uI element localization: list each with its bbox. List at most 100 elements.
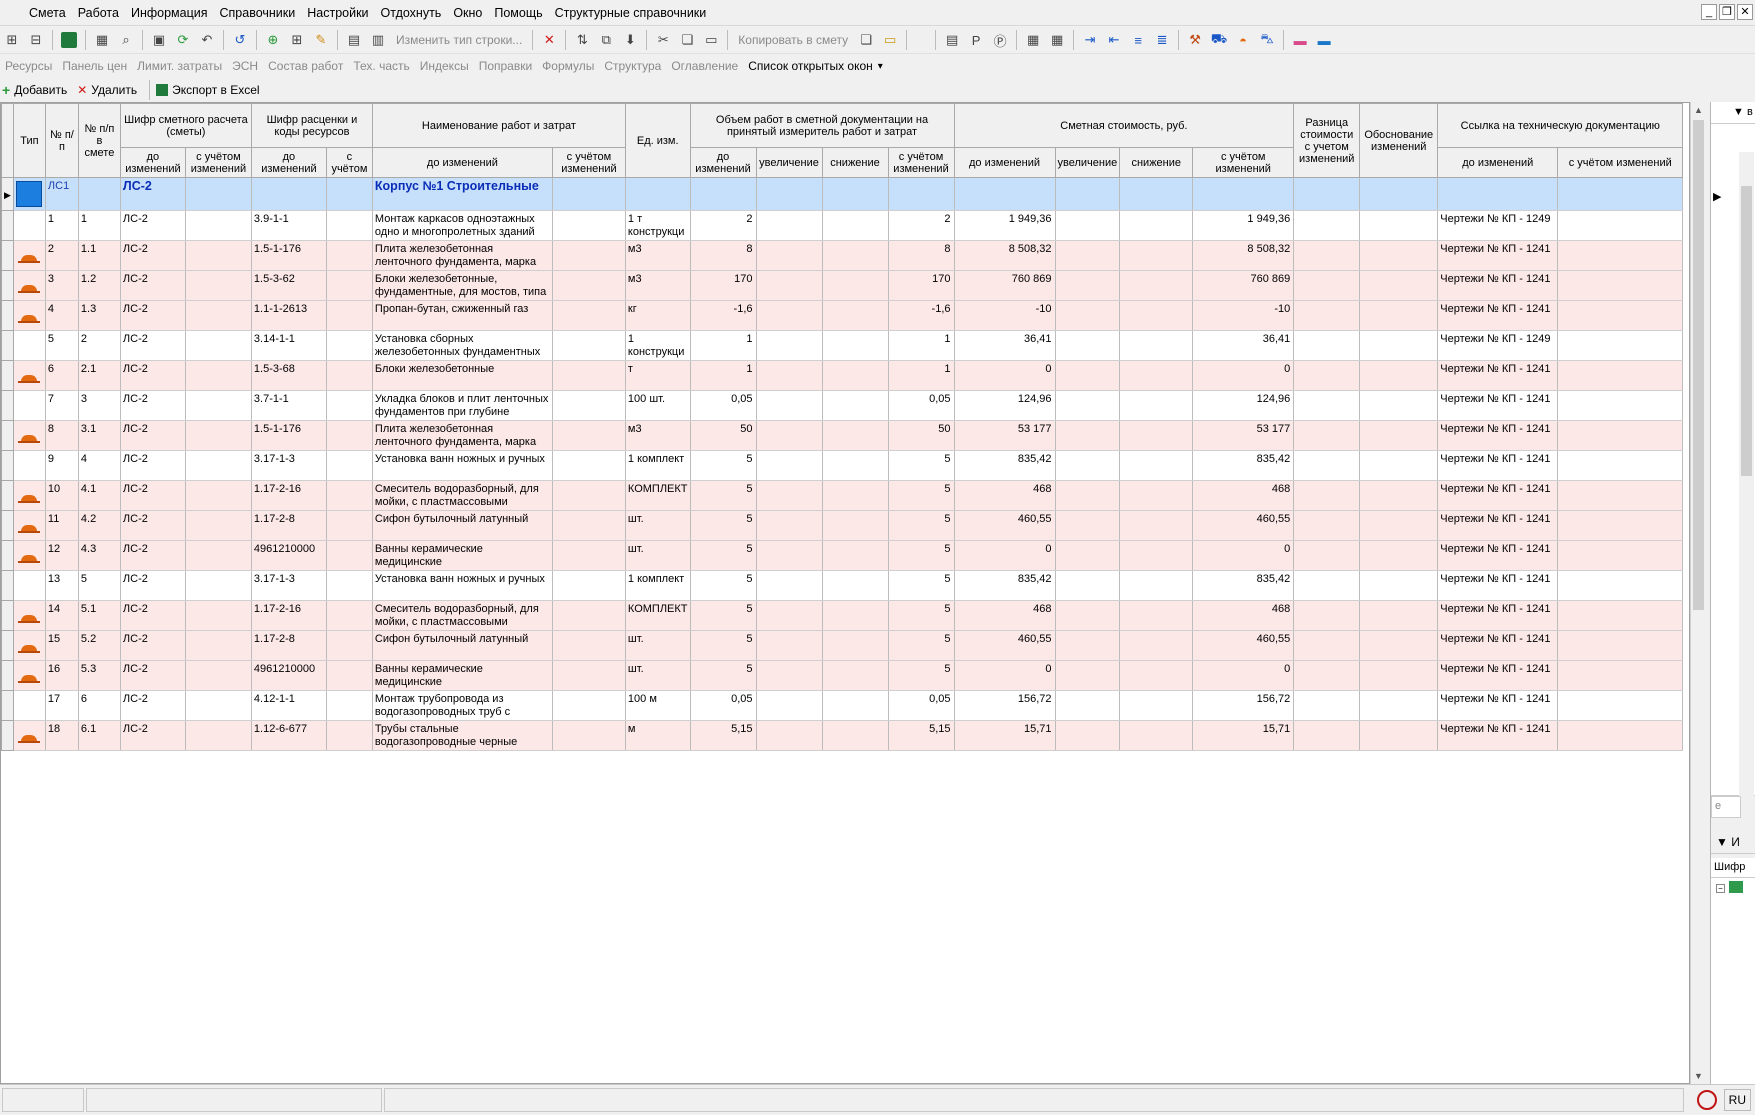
recalc-icon[interactable]: ↺	[229, 29, 251, 51]
grid-vertical-scrollbar[interactable]: ▲ ▼	[1690, 102, 1706, 1084]
cell-estimate-code[interactable]: ЛС-2	[119, 420, 186, 451]
table-row[interactable]: 2 1.1 ЛС-2 1.5-1-176 Плита железобетонная ле…	[1, 240, 1684, 271]
table-row[interactable]: 10 4.1 ЛС-2 1.17-2-16 Смеситель водоразборны…	[1, 480, 1684, 511]
cell-estimate-code[interactable]: ЛС-2	[119, 600, 186, 631]
cell-estimate-code[interactable]: ЛС-2	[119, 480, 186, 511]
cell-vol-after[interactable]: 170	[887, 270, 955, 301]
cell-num[interactable]: 2	[44, 240, 79, 271]
cell-cost-after[interactable]: 835,42	[1192, 450, 1295, 481]
cell-cost[interactable]: 835,42	[953, 450, 1056, 481]
cell-basis[interactable]	[1359, 177, 1439, 211]
col-cost-after[interactable]: с учётом изменений	[1192, 147, 1295, 178]
cell-unit[interactable]: 100 шт.	[624, 390, 691, 421]
cell-type[interactable]	[12, 720, 46, 751]
cell-estimate-code[interactable]: ЛС-2	[119, 540, 186, 571]
copy-to-estimate-button[interactable]: Копировать в смету	[732, 33, 854, 47]
cell-type[interactable]	[12, 240, 46, 271]
cell-cost-dec[interactable]	[1119, 210, 1194, 241]
cell-type[interactable]	[12, 660, 46, 691]
cell-link-after[interactable]	[1557, 270, 1684, 301]
cell-cost-dec[interactable]	[1119, 600, 1194, 631]
cell-num[interactable]: 11	[44, 510, 79, 541]
tab-6[interactable]: Индексы	[415, 59, 474, 73]
car-icon[interactable]: ⛍	[1256, 29, 1278, 51]
cell-rate-after[interactable]	[325, 210, 373, 241]
cell-rate[interactable]: 3.7-1-1	[250, 390, 327, 421]
cell-vol-after[interactable]: 0,05	[887, 690, 955, 721]
cell-num[interactable]: 12	[44, 540, 79, 571]
cell-vol-after[interactable]: -1,6	[887, 300, 955, 331]
cell-basis[interactable]	[1359, 330, 1439, 361]
close-icon[interactable]: ✕	[1737, 4, 1753, 20]
cell-cost-dec[interactable]	[1119, 630, 1194, 661]
cell-cost-after[interactable]: 0	[1192, 660, 1295, 691]
cell-name-after[interactable]	[551, 540, 626, 571]
cell-rate[interactable]: 3.17-1-3	[250, 450, 327, 481]
table-row[interactable]: 12 4.3 ЛС-2 4961210000 Ванны керамические ме…	[1, 540, 1684, 571]
cell-cost-dec[interactable]	[1119, 570, 1194, 601]
cell-name[interactable]: Блоки железобетонные	[371, 360, 553, 391]
cell-basis[interactable]	[1359, 240, 1439, 271]
hat-icon[interactable]: ◓	[1232, 29, 1254, 51]
col-cost[interactable]: Сметная стоимость, руб.	[953, 103, 1295, 148]
outdent-icon[interactable]: ⇤	[1103, 29, 1125, 51]
cell-estimate-code-after[interactable]	[184, 270, 252, 301]
cell-estimate-code-after[interactable]	[184, 390, 252, 421]
cell-unit[interactable]: шт.	[624, 510, 691, 541]
col-volume-increase[interactable]: увеличение	[755, 147, 823, 178]
cell-rate[interactable]	[250, 177, 327, 211]
calculator-icon[interactable]: ▦	[91, 29, 113, 51]
table-row[interactable]: 3 1.2 ЛС-2 1.5-3-62 Блоки железобетонные, фу…	[1, 270, 1684, 301]
paste-icon[interactable]: ▭	[700, 29, 722, 51]
cell-type[interactable]	[12, 600, 46, 631]
scroll-down-icon[interactable]: ▼	[1694, 1071, 1703, 1081]
cell-estimate-code[interactable]: ЛС-2	[119, 270, 186, 301]
cell-vol-dec[interactable]	[821, 600, 889, 631]
cell-num-in-estimate[interactable]: 5	[77, 570, 121, 601]
col-volume-after[interactable]: с учётом изменений	[887, 147, 955, 178]
cell-vol-inc[interactable]	[755, 720, 823, 751]
cell-estimate-code[interactable]: ЛС-2	[119, 630, 186, 661]
search-icon[interactable]: ⌕	[115, 29, 137, 51]
cell-estimate-code[interactable]: ЛС-2	[119, 570, 186, 601]
cell-estimate-code-after[interactable]	[184, 420, 252, 451]
cell-link[interactable]: Чертежи № КП - 1241	[1437, 480, 1559, 511]
cell-estimate-code-after[interactable]	[184, 360, 252, 391]
tab-8[interactable]: Формулы	[537, 59, 599, 73]
cell-name[interactable]: Ванны керамические медицинские	[371, 540, 553, 571]
cell-cost-inc[interactable]	[1054, 690, 1121, 721]
cell-vol-dec[interactable]	[821, 510, 889, 541]
cell-vol[interactable]: -1,6	[689, 300, 757, 331]
cell-cost-after[interactable]: 835,42	[1192, 570, 1295, 601]
cell-rate[interactable]: 1.12-6-677	[250, 720, 327, 751]
tab-0[interactable]: Ресурсы	[0, 59, 57, 73]
excel-icon[interactable]	[58, 29, 80, 51]
cell-rate-after[interactable]	[325, 420, 373, 451]
cell-link-after[interactable]	[1557, 660, 1684, 691]
cell-vol-inc[interactable]	[755, 540, 823, 571]
cell-name-after[interactable]	[551, 330, 626, 361]
cell-name-after[interactable]	[551, 210, 626, 241]
cell-cost[interactable]: 760 869	[953, 270, 1056, 301]
cell-diff[interactable]	[1293, 420, 1361, 451]
copy-doc-icon[interactable]: ❏	[855, 29, 877, 51]
cell-rate-after[interactable]	[325, 540, 373, 571]
cell-num[interactable]: 13	[44, 570, 79, 601]
cell-vol-after[interactable]: 5,15	[887, 720, 955, 751]
cell-rate-after[interactable]	[325, 720, 373, 751]
cell-cost[interactable]: 835,42	[953, 570, 1056, 601]
cell-unit[interactable]: шт.	[624, 540, 691, 571]
cell-diff[interactable]	[1293, 240, 1361, 271]
cell-unit[interactable]: 1 конструкци	[624, 330, 691, 361]
cell-vol[interactable]: 1	[689, 360, 757, 391]
cell-vol-dec[interactable]	[821, 300, 889, 331]
move-down-icon[interactable]: ⬇	[619, 29, 641, 51]
cell-rate-after[interactable]	[325, 660, 373, 691]
table-row[interactable]: 7 3 ЛС-2 3.7-1-1 Укладка блоков и плит ленто…	[1, 390, 1684, 421]
cell-vol-dec[interactable]	[821, 390, 889, 421]
cell-basis[interactable]	[1359, 300, 1439, 331]
cell-cost-dec[interactable]	[1119, 660, 1194, 691]
cell-type[interactable]	[12, 450, 46, 481]
cell-cost[interactable]: 460,55	[953, 630, 1056, 661]
cell-link[interactable]: Чертежи № КП - 1241	[1437, 510, 1559, 541]
